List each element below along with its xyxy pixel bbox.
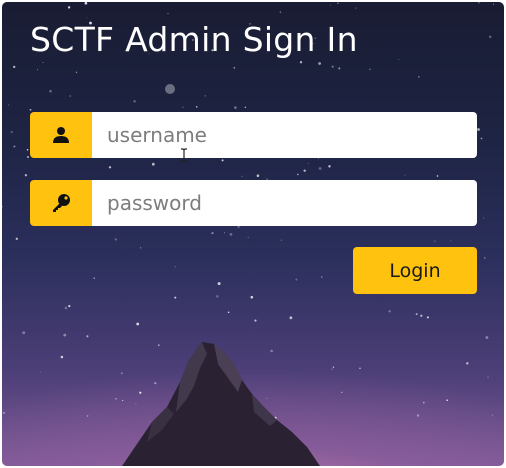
username-field-group (30, 112, 477, 158)
password-field-group (30, 180, 477, 226)
text-cursor-icon (181, 148, 187, 162)
key-icon (53, 194, 70, 212)
login-button[interactable]: Login (353, 247, 477, 294)
login-panel: SCTF Admin Sign In Login (2, 2, 504, 466)
password-addon (30, 180, 92, 226)
username-addon (30, 112, 92, 158)
page-title: SCTF Admin Sign In (30, 20, 358, 59)
user-icon (53, 127, 69, 143)
password-input[interactable] (92, 180, 477, 226)
mountain-silhouette (122, 342, 320, 466)
username-input[interactable] (92, 112, 477, 158)
